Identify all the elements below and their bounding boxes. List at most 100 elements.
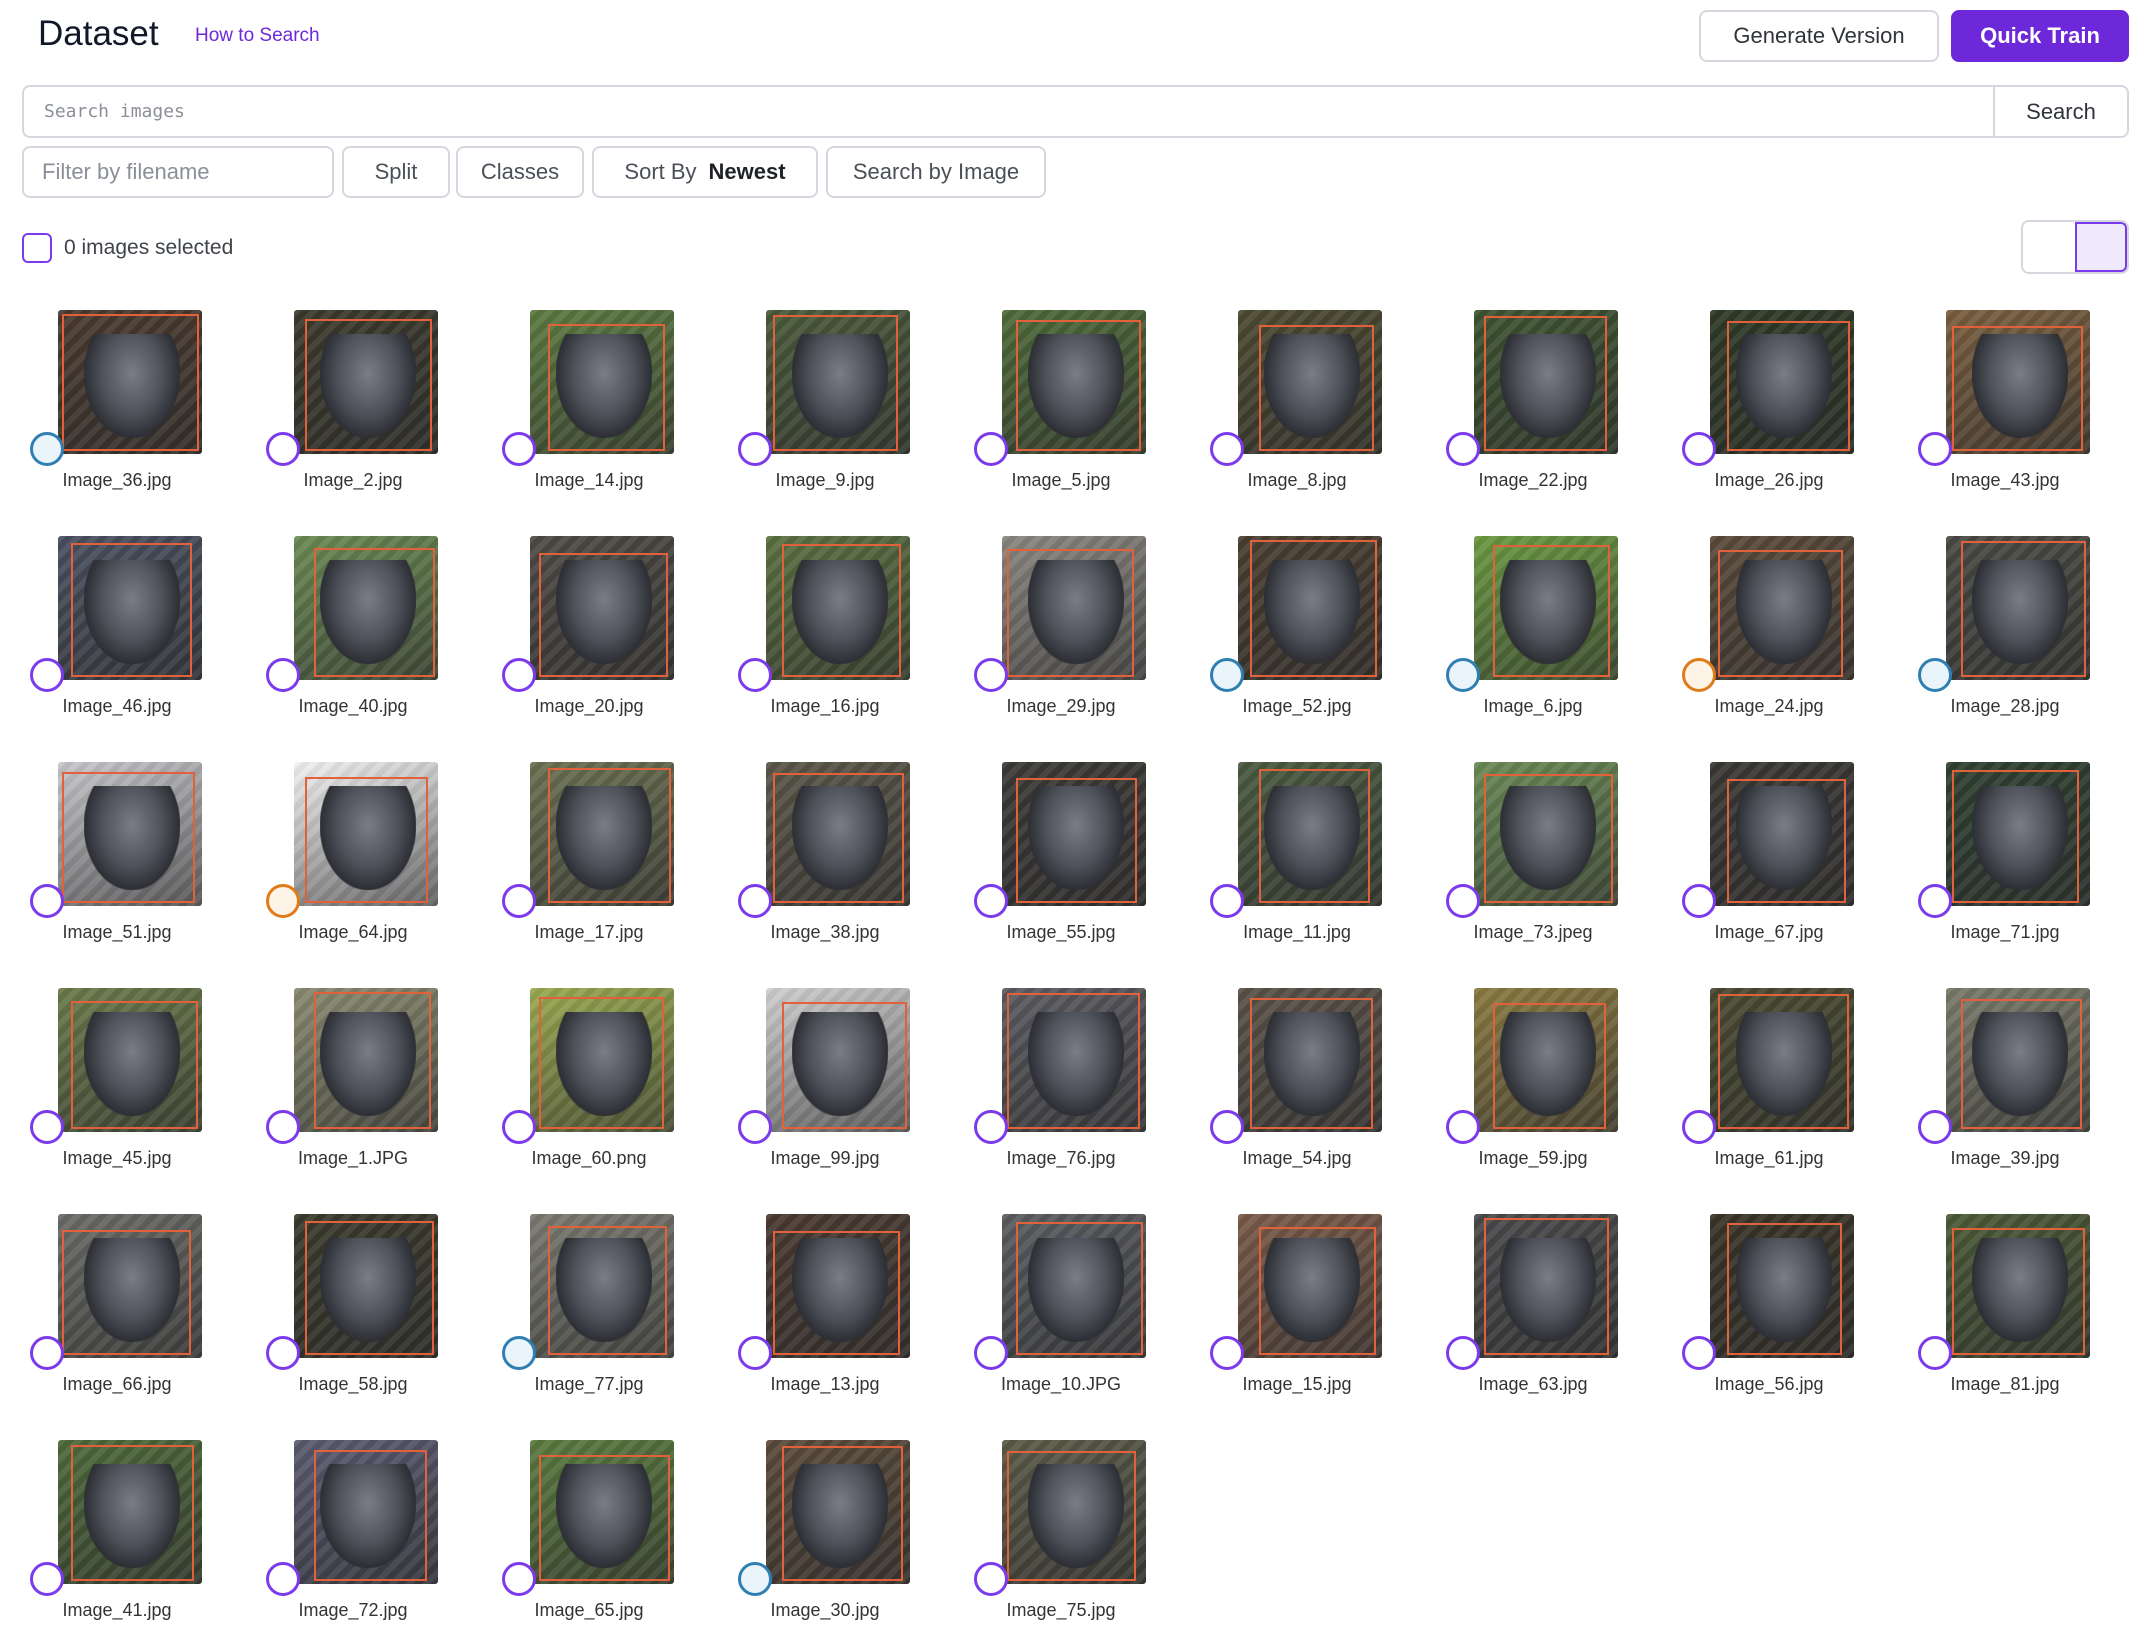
image-select-radio[interactable] xyxy=(266,432,300,466)
image-select-radio[interactable] xyxy=(502,884,536,918)
image-thumbnail[interactable] xyxy=(1474,1214,1618,1358)
image-select-radio[interactable] xyxy=(266,1562,300,1596)
image-select-radio[interactable] xyxy=(974,658,1008,692)
image-thumbnail[interactable] xyxy=(530,536,674,680)
image-thumbnail[interactable] xyxy=(1474,762,1618,906)
image-thumbnail[interactable] xyxy=(294,310,438,454)
image-select-radio[interactable] xyxy=(1210,1110,1244,1144)
grid-view-button[interactable] xyxy=(2075,222,2127,272)
image-select-radio[interactable] xyxy=(1446,884,1480,918)
list-view-button[interactable] xyxy=(2023,222,2075,272)
image-thumbnail[interactable] xyxy=(1238,762,1382,906)
image-select-radio[interactable] xyxy=(502,1336,536,1370)
image-select-radio[interactable] xyxy=(502,658,536,692)
image-select-radio[interactable] xyxy=(738,884,772,918)
image-thumbnail[interactable] xyxy=(1474,310,1618,454)
image-select-radio[interactable] xyxy=(30,1336,64,1370)
image-select-radio[interactable] xyxy=(738,1336,772,1370)
image-select-radio[interactable] xyxy=(1446,432,1480,466)
image-select-radio[interactable] xyxy=(30,1110,64,1144)
image-thumbnail[interactable] xyxy=(1474,536,1618,680)
image-select-radio[interactable] xyxy=(1918,1110,1952,1144)
image-thumbnail[interactable] xyxy=(530,1440,674,1584)
image-thumbnail[interactable] xyxy=(530,762,674,906)
image-select-radio[interactable] xyxy=(266,658,300,692)
image-select-radio[interactable] xyxy=(738,432,772,466)
image-thumbnail[interactable] xyxy=(1946,762,2090,906)
image-select-radio[interactable] xyxy=(1446,1336,1480,1370)
image-select-radio[interactable] xyxy=(974,1562,1008,1596)
image-thumbnail[interactable] xyxy=(1946,310,2090,454)
image-thumbnail[interactable] xyxy=(1002,762,1146,906)
image-select-radio[interactable] xyxy=(974,1110,1008,1144)
image-select-radio[interactable] xyxy=(502,1110,536,1144)
image-thumbnail[interactable] xyxy=(1710,310,1854,454)
select-all-checkbox[interactable] xyxy=(22,233,52,263)
image-thumbnail[interactable] xyxy=(530,988,674,1132)
image-thumbnail[interactable] xyxy=(58,1214,202,1358)
image-select-radio[interactable] xyxy=(738,1110,772,1144)
image-thumbnail[interactable] xyxy=(294,762,438,906)
image-thumbnail[interactable] xyxy=(58,1440,202,1584)
image-select-radio[interactable] xyxy=(1918,658,1952,692)
image-select-radio[interactable] xyxy=(30,1562,64,1596)
image-thumbnail[interactable] xyxy=(766,1440,910,1584)
image-thumbnail[interactable] xyxy=(1238,988,1382,1132)
image-select-radio[interactable] xyxy=(1210,432,1244,466)
image-select-radio[interactable] xyxy=(1682,432,1716,466)
image-thumbnail[interactable] xyxy=(1946,988,2090,1132)
image-thumbnail[interactable] xyxy=(1238,310,1382,454)
image-select-radio[interactable] xyxy=(266,1336,300,1370)
image-select-radio[interactable] xyxy=(30,884,64,918)
image-thumbnail[interactable] xyxy=(530,1214,674,1358)
image-thumbnail[interactable] xyxy=(766,536,910,680)
image-thumbnail[interactable] xyxy=(1002,988,1146,1132)
image-thumbnail[interactable] xyxy=(58,988,202,1132)
image-select-radio[interactable] xyxy=(30,658,64,692)
sort-by-dropdown[interactable]: Sort By Newest xyxy=(592,146,818,198)
image-select-radio[interactable] xyxy=(1446,1110,1480,1144)
image-select-radio[interactable] xyxy=(30,432,64,466)
image-select-radio[interactable] xyxy=(266,884,300,918)
image-select-radio[interactable] xyxy=(1682,1110,1716,1144)
image-thumbnail[interactable] xyxy=(58,310,202,454)
image-thumbnail[interactable] xyxy=(1946,536,2090,680)
image-select-radio[interactable] xyxy=(1210,884,1244,918)
image-thumbnail[interactable] xyxy=(1474,988,1618,1132)
image-select-radio[interactable] xyxy=(974,884,1008,918)
image-thumbnail[interactable] xyxy=(1946,1214,2090,1358)
search-by-image-button[interactable]: Search by Image xyxy=(826,146,1046,198)
image-thumbnail[interactable] xyxy=(1238,536,1382,680)
image-select-radio[interactable] xyxy=(1210,658,1244,692)
image-select-radio[interactable] xyxy=(1210,1336,1244,1370)
image-select-radio[interactable] xyxy=(1682,884,1716,918)
split-dropdown[interactable]: Split xyxy=(342,146,450,198)
image-select-radio[interactable] xyxy=(1682,658,1716,692)
filename-filter-input[interactable] xyxy=(22,146,334,198)
search-input[interactable] xyxy=(24,87,1993,136)
image-select-radio[interactable] xyxy=(974,432,1008,466)
how-to-search-link[interactable]: How to Search xyxy=(195,25,320,47)
image-select-radio[interactable] xyxy=(502,1562,536,1596)
generate-version-button[interactable]: Generate Version xyxy=(1699,10,1939,62)
image-select-radio[interactable] xyxy=(738,658,772,692)
image-select-radio[interactable] xyxy=(974,1336,1008,1370)
image-thumbnail[interactable] xyxy=(1710,1214,1854,1358)
image-thumbnail[interactable] xyxy=(294,1440,438,1584)
image-select-radio[interactable] xyxy=(1918,432,1952,466)
image-thumbnail[interactable] xyxy=(294,988,438,1132)
image-thumbnail[interactable] xyxy=(1710,536,1854,680)
image-select-radio[interactable] xyxy=(266,1110,300,1144)
image-select-radio[interactable] xyxy=(1918,1336,1952,1370)
image-thumbnail[interactable] xyxy=(1002,310,1146,454)
image-select-radio[interactable] xyxy=(1682,1336,1716,1370)
image-thumbnail[interactable] xyxy=(294,536,438,680)
image-thumbnail[interactable] xyxy=(1002,1440,1146,1584)
image-thumbnail[interactable] xyxy=(1002,536,1146,680)
image-thumbnail[interactable] xyxy=(766,310,910,454)
image-select-radio[interactable] xyxy=(738,1562,772,1596)
image-thumbnail[interactable] xyxy=(58,536,202,680)
image-thumbnail[interactable] xyxy=(766,988,910,1132)
image-thumbnail[interactable] xyxy=(1238,1214,1382,1358)
image-thumbnail[interactable] xyxy=(1002,1214,1146,1358)
